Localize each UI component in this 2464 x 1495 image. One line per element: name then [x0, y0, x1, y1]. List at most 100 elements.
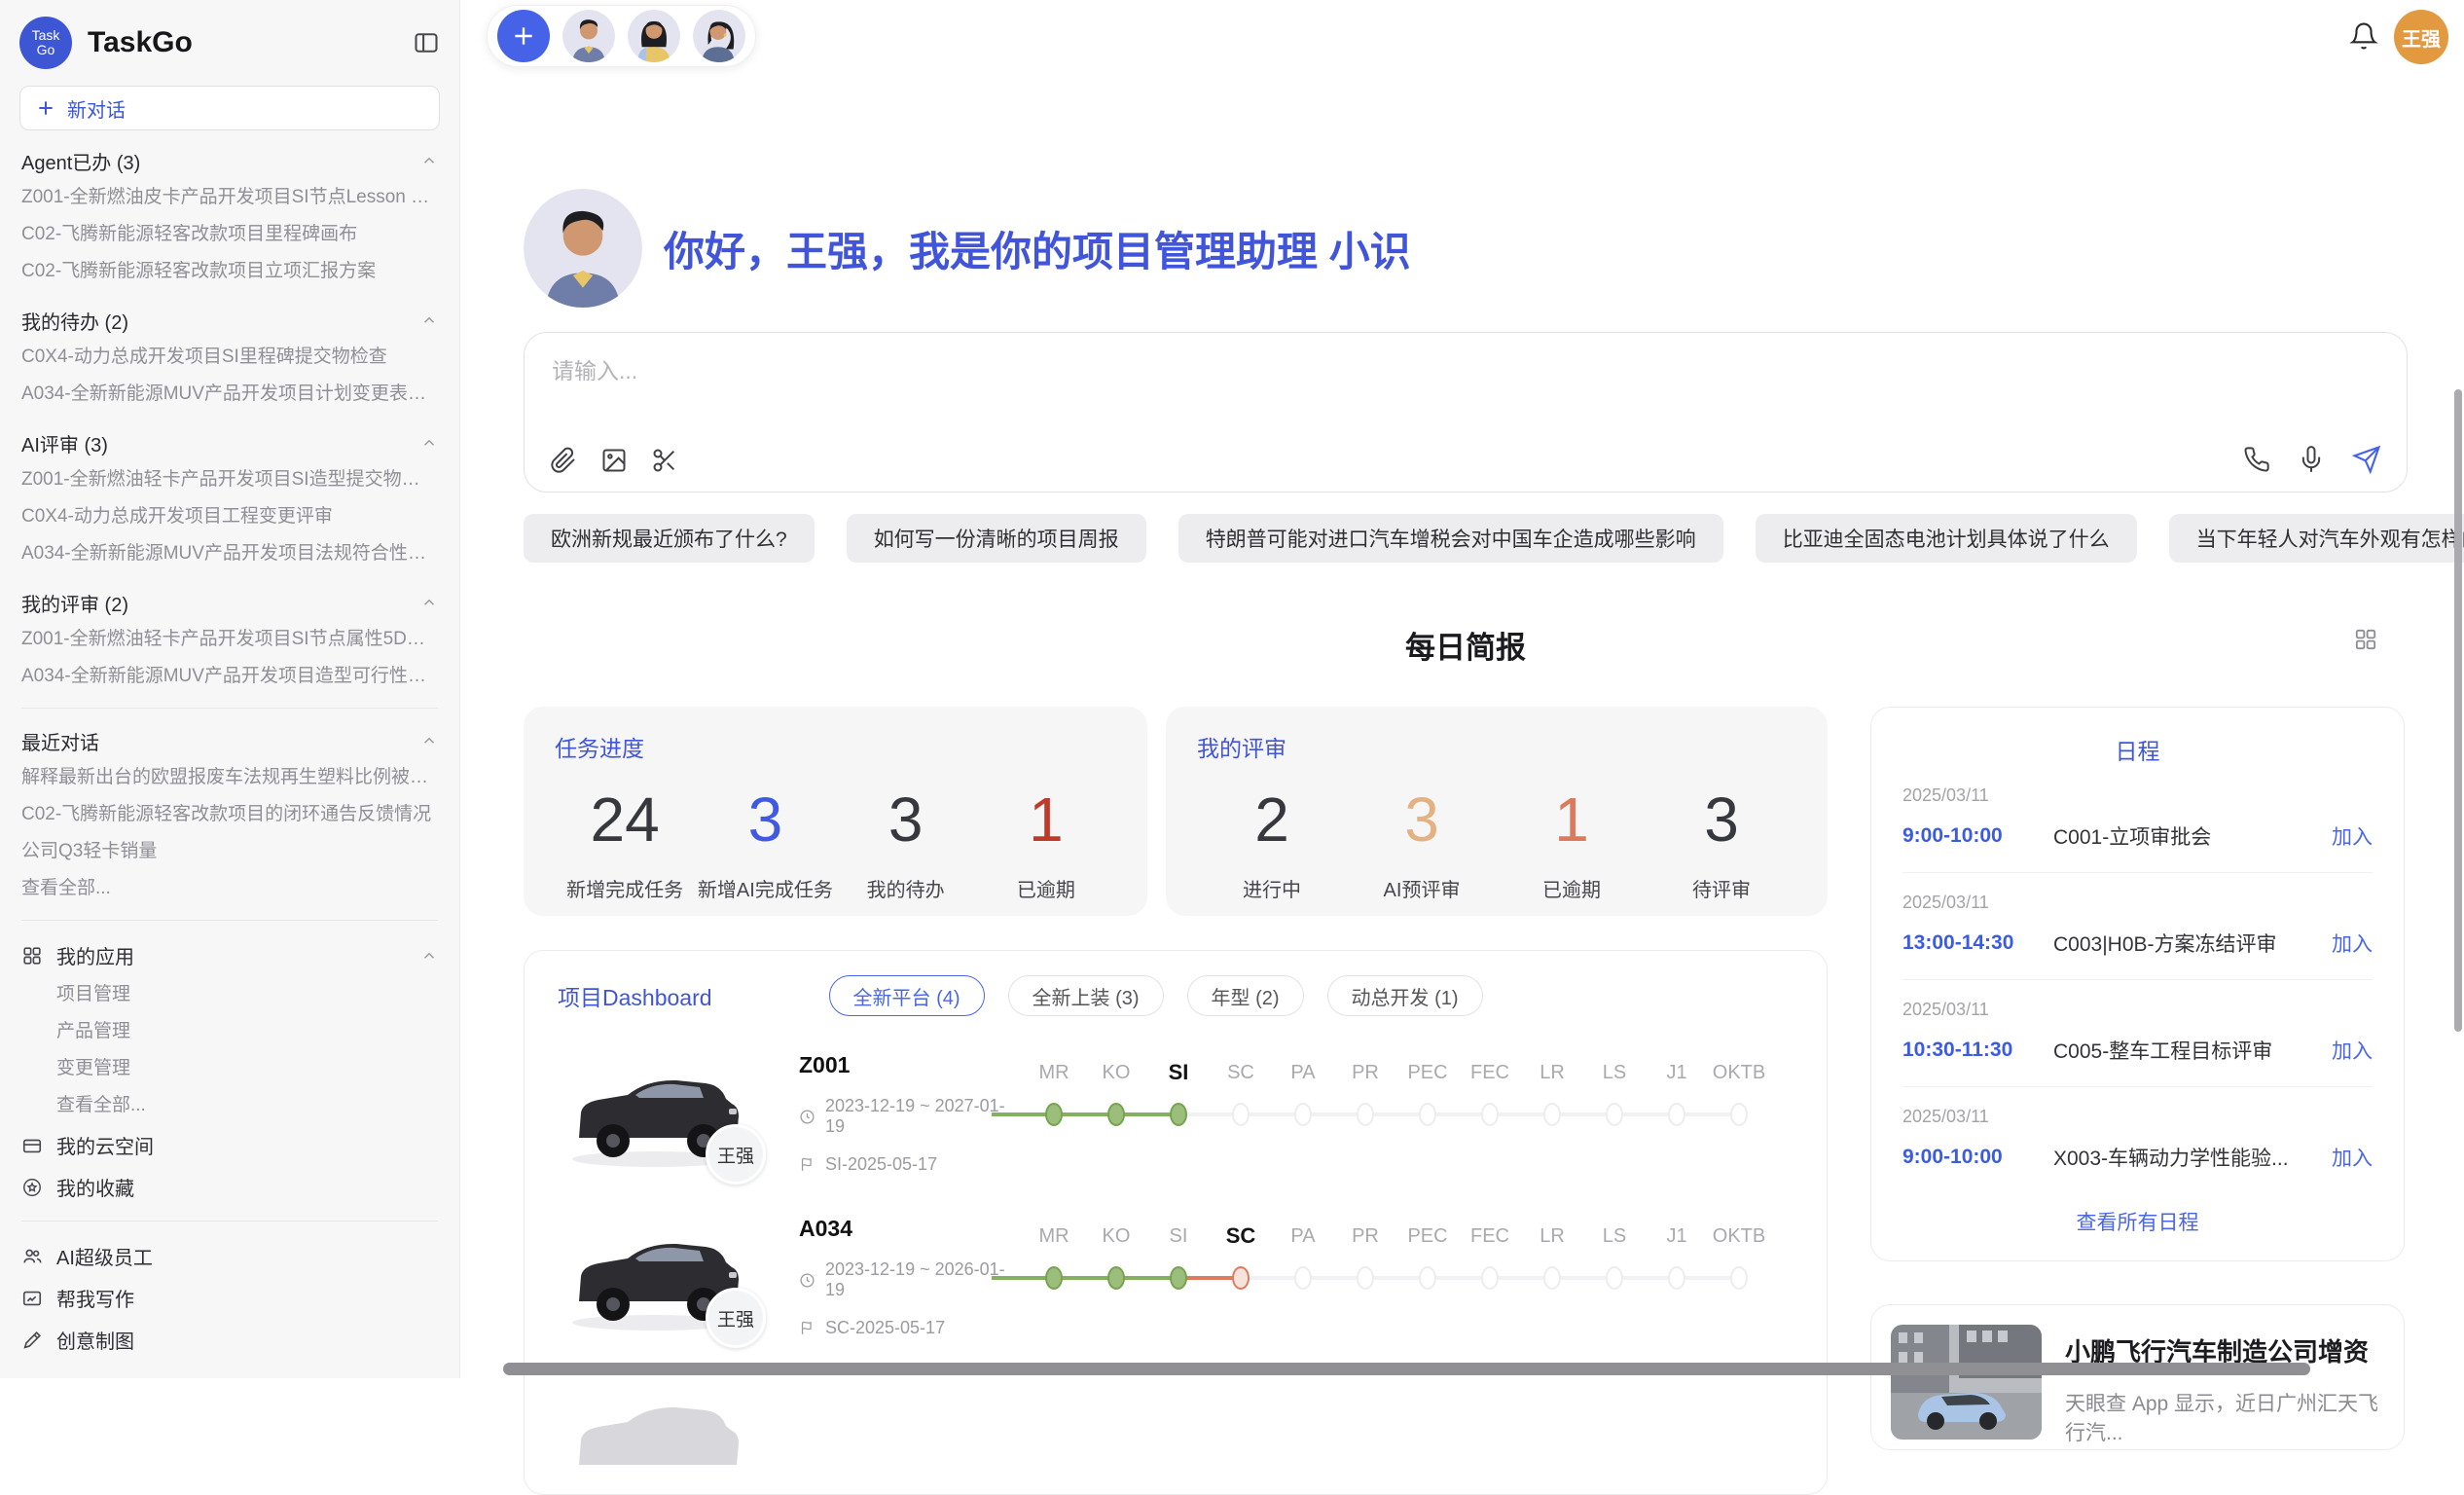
milestone: SC: [1210, 1222, 1272, 1344]
sidebar-item-change-mgmt[interactable]: 变更管理: [0, 1050, 459, 1087]
milestone: SC: [1210, 1058, 1272, 1181]
list-item[interactable]: C02-飞腾新能源轻客改款项目的闭环通告反馈情况: [21, 796, 438, 833]
view-all-link[interactable]: 查看全部...: [21, 870, 438, 907]
chevron-up-icon[interactable]: [420, 594, 438, 611]
sidebar-item-ai-staff[interactable]: AI超级员工: [0, 1235, 459, 1277]
view-all-link[interactable]: 查看全部...: [0, 1087, 459, 1124]
list-item[interactable]: C02-飞腾新能源轻客改款项目里程碑画布: [21, 216, 438, 253]
greeting-row: 你好，王强，我是你的项目管理助理 小识: [524, 189, 2408, 308]
list-item[interactable]: A034-全新新能源MUV产品开发项目计划变更表编写: [21, 376, 438, 413]
flag-date: SC-2025-05-17: [825, 1318, 945, 1338]
join-link[interactable]: 加入: [2332, 929, 2373, 958]
suggestion-chip[interactable]: 当下年轻人对汽车外观有怎样的喜好趋势: [2169, 514, 2464, 563]
sidebar-item-project-mgmt[interactable]: 项目管理: [0, 976, 459, 1013]
sidebar-item-favorites[interactable]: 我的收藏: [0, 1166, 459, 1208]
chevron-up-icon[interactable]: [420, 732, 438, 749]
main-area: 王强 你好，王强，我是你的项目管理助理 小识: [460, 0, 2464, 1378]
scissors-icon[interactable]: [651, 447, 678, 474]
image-icon[interactable]: [600, 447, 628, 474]
section-my-review[interactable]: 我的评审 (2): [21, 584, 438, 621]
send-icon[interactable]: [2352, 445, 2381, 474]
list-item[interactable]: C0X4-动力总成开发项目SI里程碑提交物检查: [21, 339, 438, 376]
vertical-scrollbar[interactable]: [2454, 389, 2462, 1032]
milestone-label: LS: [1603, 1222, 1626, 1251]
chevron-up-icon[interactable]: [420, 434, 438, 452]
user-avatar[interactable]: 王强: [2394, 10, 2448, 64]
milestone-label: PA: [1290, 1058, 1315, 1087]
horizontal-scrollbar[interactable]: [503, 1363, 2310, 1375]
milestone-dot: [1543, 1266, 1561, 1290]
sidebar-item-product-mgmt[interactable]: 产品管理: [0, 1013, 459, 1050]
section-agent-done[interactable]: Agent已办 (3): [21, 142, 438, 179]
suggestion-chip[interactable]: 比亚迪全固态电池计划具体说了什么: [1756, 514, 2137, 563]
avatar[interactable]: [693, 10, 745, 62]
pen-icon: [21, 1330, 43, 1351]
list-item[interactable]: C0X4-动力总成开发项目工程变更评审: [21, 498, 438, 535]
add-agent-button[interactable]: [497, 10, 550, 62]
news-card[interactable]: 小鹏飞行汽车制造公司增资 天眼查 App 显示，近日广州汇天飞行汽...: [1870, 1304, 2405, 1450]
milestone-dot: [1294, 1266, 1312, 1290]
chevron-up-icon[interactable]: [420, 152, 438, 169]
chevron-up-icon[interactable]: [420, 311, 438, 329]
join-link[interactable]: 加入: [2332, 1143, 2373, 1172]
clock-icon: [799, 1272, 815, 1289]
microphone-icon[interactable]: [2298, 446, 2325, 473]
chat-input[interactable]: [552, 358, 2379, 384]
list-item[interactable]: C02-飞腾新能源轻客改款项目立项汇报方案: [21, 253, 438, 290]
milestone: PR: [1334, 1058, 1396, 1181]
chevron-up-icon[interactable]: [420, 947, 438, 965]
filter-chip[interactable]: 年型 (2): [1187, 975, 1304, 1016]
list-item[interactable]: 解释最新出台的欧盟报废车法规再生塑料比例被调至15%...: [21, 759, 438, 796]
suggestion-chip[interactable]: 如何写一份清晰的项目周报: [847, 514, 1146, 563]
milestone-dot: [1419, 1103, 1436, 1126]
section-recent-chats[interactable]: 最近对话: [21, 722, 438, 759]
briefing-header: 每日简报: [524, 623, 2408, 658]
sidebar-item-creative-draw[interactable]: 创意制图: [0, 1319, 459, 1361]
view-all-schedule-link[interactable]: 查看所有日程: [1902, 1207, 2373, 1236]
filter-chip[interactable]: 全新上装 (3): [1008, 975, 1164, 1016]
join-link[interactable]: 加入: [2332, 1036, 2373, 1065]
project-row[interactable]: [558, 1371, 1794, 1495]
list-item[interactable]: 公司Q3轻卡销量: [21, 833, 438, 870]
sidebar-item-cloud-space[interactable]: 我的云空间: [0, 1124, 459, 1166]
filter-chip[interactable]: 全新平台 (4): [829, 975, 985, 1016]
list-item[interactable]: A034-全新新能源MUV产品开发项目法规符合性评审: [21, 535, 438, 572]
avatar[interactable]: [628, 10, 680, 62]
list-item[interactable]: A034-全新新能源MUV产品开发项目造型可行性评审: [21, 658, 438, 695]
list-item[interactable]: Z001-全新燃油轻卡产品开发项目SI造型提交物评审: [21, 461, 438, 498]
project-row[interactable]: 王强 A034 2023-12-19 ~ 2026-01-19 SC-2025-…: [558, 1208, 1794, 1344]
sidebar-item-my-apps[interactable]: 我的应用: [0, 934, 459, 976]
milestone: MR: [1023, 1058, 1085, 1181]
layout-grid-icon[interactable]: [2353, 627, 2378, 652]
sidebar-item-help-write[interactable]: 帮我写作: [0, 1277, 459, 1319]
milestone-dot: [1481, 1103, 1499, 1126]
milestone-label: LR: [1540, 1058, 1565, 1087]
filter-chip[interactable]: 动总开发 (1): [1327, 975, 1483, 1016]
stat-review-overdue: 1 已逾期: [1497, 781, 1647, 902]
project-owner-badge: 王强: [706, 1124, 766, 1185]
suggestion-chip[interactable]: 欧洲新规最近颁布了什么?: [524, 514, 815, 563]
schedule-card: 日程 2025/03/11 9:00-10:00 C001-立项审批会 加入 2…: [1870, 707, 2405, 1261]
milestone-label: PR: [1352, 1058, 1379, 1087]
list-item[interactable]: Z001-全新燃油皮卡产品开发项目SI节点Lesson Learn报告: [21, 179, 438, 216]
attachment-icon[interactable]: [550, 447, 577, 474]
list-item[interactable]: Z001-全新燃油轻卡产品开发项目SI节点属性5D文件评审: [21, 621, 438, 658]
milestone: LR: [1521, 1058, 1583, 1181]
notification-bell-icon[interactable]: [2349, 21, 2378, 51]
section-ai-review[interactable]: AI评审 (3): [21, 424, 438, 461]
sidebar-collapse-icon[interactable]: [413, 29, 440, 56]
news-snippet: 天眼查 App 显示，近日广州汇天飞行汽...: [2065, 1390, 2384, 1448]
project-row[interactable]: 王强 Z001 2023-12-19 ~ 2027-01-19 SI-2025-…: [558, 1044, 1794, 1181]
phone-icon[interactable]: [2243, 446, 2270, 473]
avatar[interactable]: [562, 10, 615, 62]
suggestion-chip[interactable]: 特朗普可能对进口汽车增税会对中国车企造成哪些影响: [1178, 514, 1723, 563]
milestone: SI: [1147, 1058, 1210, 1181]
new-chat-button[interactable]: 新对话: [19, 86, 440, 130]
schedule-time: 10:30-11:30: [1902, 1039, 2053, 1062]
milestone-label: PEC: [1407, 1058, 1447, 1087]
join-link[interactable]: 加入: [2332, 821, 2373, 851]
project-info: Z001 2023-12-19 ~ 2027-01-19 SI-2025-05-…: [799, 1044, 1023, 1181]
news-text: 小鹏飞行汽车制造公司增资 天眼查 App 显示，近日广州汇天飞行汽...: [2065, 1325, 2384, 1430]
section-my-todo[interactable]: 我的待办 (2): [21, 302, 438, 339]
milestone-dot: [1232, 1266, 1250, 1290]
